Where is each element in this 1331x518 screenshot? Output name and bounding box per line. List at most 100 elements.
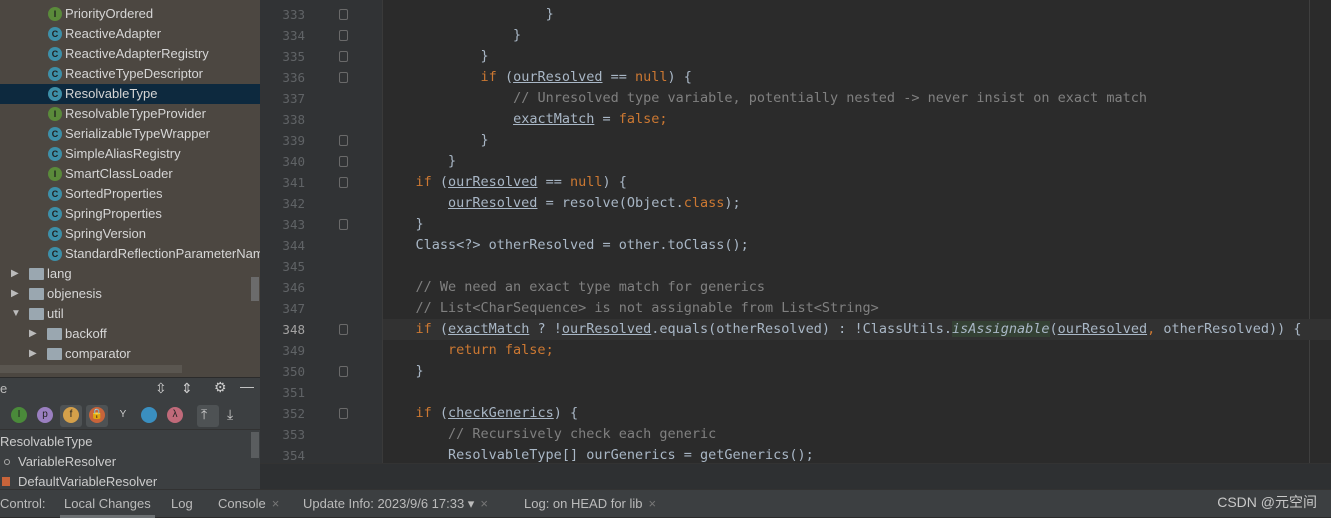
chevron-right-icon[interactable]: ▶ [11,264,19,284]
code-line: } [383,151,1331,172]
close-icon[interactable]: × [649,496,657,511]
tree-item[interactable]: C SpringProperties [0,204,260,224]
line-number: 338 [282,112,305,127]
fold-marker-icon[interactable] [339,408,348,419]
tree-package-label: objenesis [47,286,102,301]
minimize-icon[interactable]: — [240,378,254,394]
property-icon[interactable]: p [37,407,53,423]
project-tree: I PriorityOrdered C ReactiveAdapter C Reactiv… [0,0,260,377]
tree-item[interactable]: C SpringVersion [0,224,260,244]
code-line: } [383,4,1331,25]
code-token: class [683,195,725,211]
tree-scrollbar[interactable] [251,277,259,301]
tree-item-label: ReactiveTypeDescriptor [65,66,203,81]
line-number: 333 [282,7,305,22]
fold-marker-icon[interactable] [339,366,348,377]
fold-marker-icon[interactable] [339,51,348,62]
code-token: } [448,153,457,169]
chevron-right-icon[interactable]: ▶ [29,324,37,344]
autoscroll-from-source-icon[interactable]: ⤓ [227,406,233,423]
code-token: if [415,174,432,190]
bottom-tab[interactable]: Console × [218,490,279,518]
tree-item[interactable]: C SortedProperties [0,184,260,204]
lock-icon [2,477,10,486]
fold-marker-icon[interactable] [339,72,348,83]
code-token: ( [431,405,449,421]
code-token: // List<CharSequence> is not assignable … [415,300,879,316]
field-icon[interactable]: f [63,407,79,423]
tree-item[interactable]: I ResolvableTypeProvider [0,104,260,124]
structure-item[interactable]: ResolvableType [0,432,93,452]
tree-package[interactable]: ▶ comparator [0,344,260,364]
tree-item[interactable]: C StandardReflectionParameterNam [0,244,260,264]
tree-item[interactable]: I SmartClassLoader [0,164,260,184]
lambda-circle-icon[interactable] [141,407,157,423]
fold-marker-icon[interactable] [339,177,348,188]
tree-item[interactable]: C ReactiveTypeDescriptor [0,64,260,84]
fold-marker-icon[interactable] [339,219,348,230]
fold-marker-icon[interactable] [339,324,348,335]
line-number: 348 [282,322,305,337]
bottom-tab[interactable]: Log [171,490,193,518]
bottom-tab[interactable]: Update Info: 2023/9/6 17:33 ▾ × [303,490,488,518]
fold-marker-icon[interactable] [339,9,348,20]
editor-horizontal-scrollbar[interactable] [260,463,1331,489]
tree-package[interactable]: ▶ lang [0,264,260,284]
chevron-right-icon[interactable]: ▶ [11,284,19,304]
close-icon[interactable]: × [480,496,488,511]
code-token: = resolve(Object. [537,195,684,211]
chevron-right-icon[interactable]: ▶ [29,344,37,364]
anonymous-icon[interactable]: Y [115,407,131,423]
tree-item[interactable]: C ReactiveAdapterRegistry [0,44,260,64]
lambda-icon[interactable]: λ [167,407,183,423]
tree-item[interactable]: C ReactiveAdapter [0,24,260,44]
gear-icon[interactable]: ⚙ [214,379,227,396]
inherited-icon[interactable]: I [11,407,27,423]
tree-item-label: ResolvableTypeProvider [65,106,206,121]
tree-item-label: SpringProperties [65,206,162,221]
structure-item[interactable]: VariableResolver [0,452,116,472]
tree-item[interactable]: I PriorityOrdered [0,4,260,24]
code-token: } [448,6,554,22]
tree-horizontal-scrollbar[interactable] [0,365,182,373]
code-token: ( [1049,321,1058,337]
code-token: ) { [602,174,627,190]
code-token: } [448,27,522,43]
tree-item-label: StandardReflectionParameterNam [65,246,260,261]
code-token: ); [724,195,741,211]
fold-marker-icon[interactable] [339,135,348,146]
structure-scrollbar[interactable] [251,432,259,458]
lock-icon[interactable]: 🔒 [89,407,105,423]
chevron-down-icon[interactable]: ▼ [11,304,21,324]
folder-icon [47,348,62,360]
tree-item[interactable]: C ResolvableType [0,84,260,104]
tree-package[interactable]: ▶ objenesis [0,284,260,304]
bottom-tab-label: Log [171,496,193,511]
tree-item[interactable]: C SerializableTypeWrapper [0,124,260,144]
folder-icon [29,288,44,300]
close-icon[interactable]: × [272,496,280,511]
line-number: 341 [282,175,305,190]
code-token: == [602,69,635,85]
tree-item[interactable]: C SimpleAliasRegistry [0,144,260,164]
fold-marker-icon[interactable] [339,30,348,41]
tree-package[interactable]: ▶ backoff [0,324,260,344]
bottom-tab[interactable]: Local Changes [60,490,155,518]
expand-all-icon[interactable]: ⇳ [155,380,167,397]
class-icon: C [48,27,62,41]
fold-marker-icon[interactable] [339,156,348,167]
bottom-tab[interactable]: Control: [0,490,46,518]
collapse-all-icon[interactable]: ⇕ [181,380,193,397]
tree-package[interactable]: ▼ util [0,304,260,324]
code-line: if (checkGenerics) { [383,403,1331,424]
watermark: CSDN @元空间 [1217,494,1317,510]
line-number: 351 [282,385,305,400]
bottom-tab[interactable]: Log: on HEAD for lib × [524,490,656,518]
autoscroll-to-source-icon[interactable]: ⤒ [201,406,207,423]
